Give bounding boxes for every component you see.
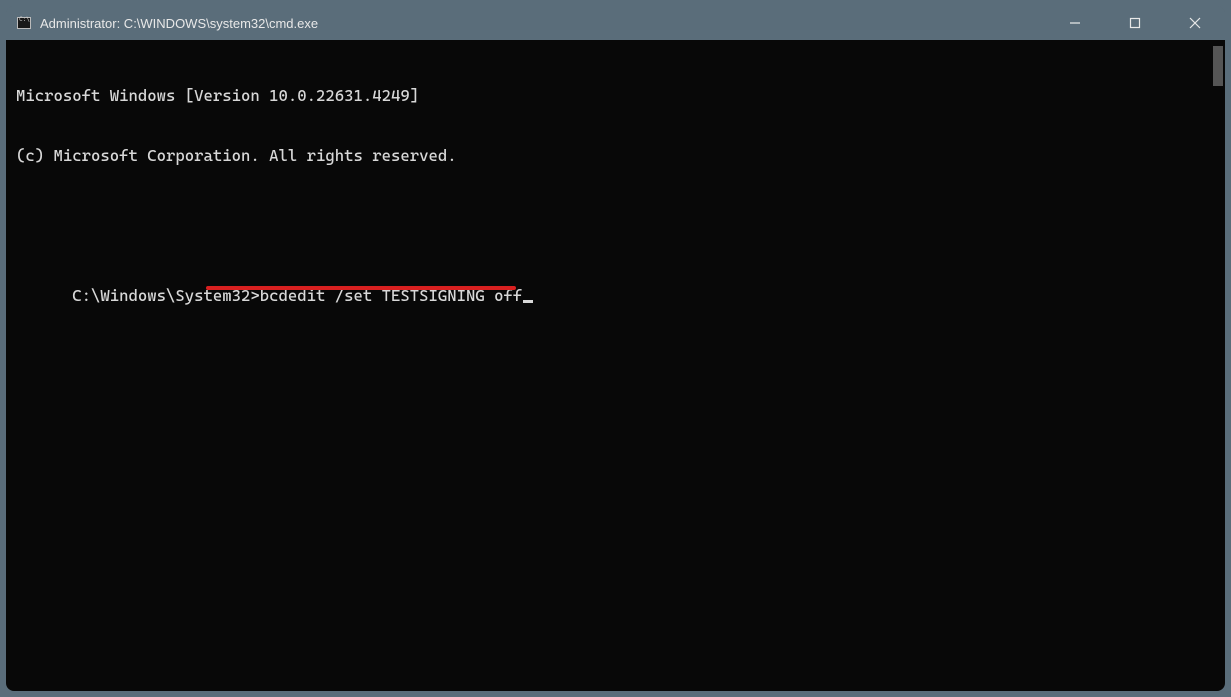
blank-line <box>16 206 1215 226</box>
window-controls <box>1045 6 1225 40</box>
cmd-window: Administrator: C:\WINDOWS\system32\cmd.e… <box>6 6 1225 691</box>
minimize-button[interactable] <box>1045 6 1105 40</box>
window-title: Administrator: C:\WINDOWS\system32\cmd.e… <box>40 16 1045 31</box>
close-button[interactable] <box>1165 6 1225 40</box>
titlebar[interactable]: Administrator: C:\WINDOWS\system32\cmd.e… <box>6 6 1225 40</box>
maximize-button[interactable] <box>1105 6 1165 40</box>
prompt-line: C:\Windows\System32>bcdedit /set TESTSIG… <box>16 266 1215 346</box>
version-line: Microsoft Windows [Version 10.0.22631.42… <box>16 86 1215 106</box>
terminal-output[interactable]: Microsoft Windows [Version 10.0.22631.42… <box>6 40 1225 691</box>
annotation-underline <box>206 286 516 290</box>
copyright-line: (c) Microsoft Corporation. All rights re… <box>16 146 1215 166</box>
cmd-icon <box>16 15 32 31</box>
scrollbar-thumb[interactable] <box>1213 46 1223 86</box>
cursor <box>523 300 533 303</box>
